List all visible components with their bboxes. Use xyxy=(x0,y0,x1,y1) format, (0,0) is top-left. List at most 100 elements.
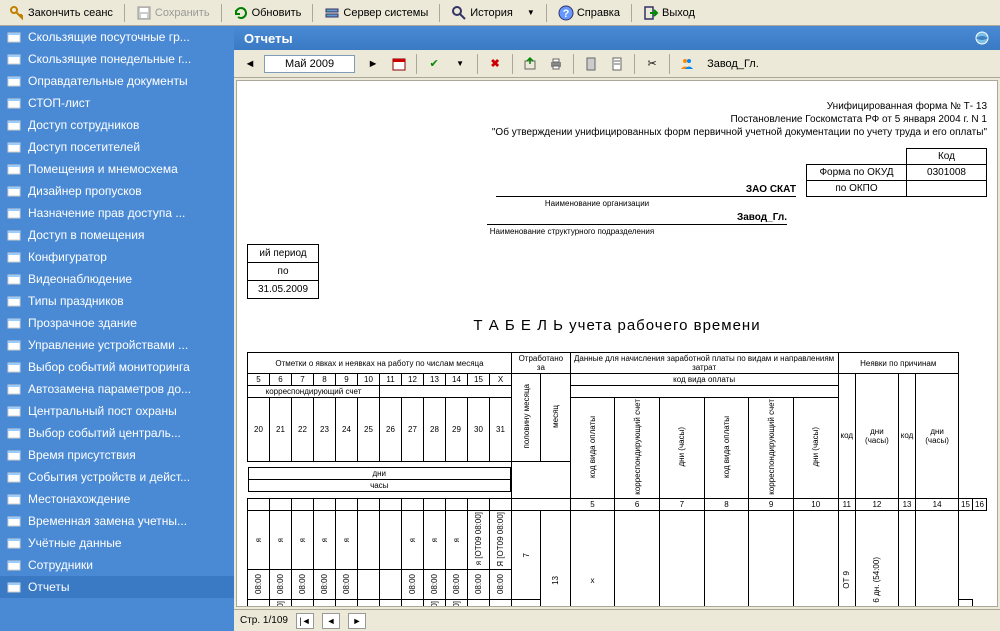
day-cell: 20 xyxy=(248,398,270,462)
save-button[interactable]: Сохранить xyxy=(131,3,215,23)
day-cell: 23 xyxy=(314,398,336,462)
sidebar-item-6[interactable]: Помещения и мнемосхема xyxy=(0,158,234,180)
panel-title: Отчеты xyxy=(244,31,293,46)
date-selector[interactable]: Май 2009 xyxy=(264,55,355,73)
unit-name: Завод_Гл. xyxy=(487,212,787,225)
sidebar-item-label: Автозамена параметров до... xyxy=(28,382,191,396)
th-month: месяц xyxy=(551,405,560,428)
first-icon: |◄ xyxy=(299,616,310,626)
hours-cell xyxy=(380,570,402,600)
sidebar-item-1[interactable]: Скользящие понедельные г... xyxy=(0,48,234,70)
sidebar-item-14[interactable]: Управление устройствами ... xyxy=(0,334,234,356)
view1-button[interactable] xyxy=(579,53,603,75)
sidebar-item-23[interactable]: Учётные данные xyxy=(0,532,234,554)
day-cell: 25 xyxy=(358,398,380,462)
sidebar-item-8[interactable]: Назначение прав доступа ... xyxy=(0,202,234,224)
code-cell: я xyxy=(292,510,314,570)
th-payroll: Данные для начисления заработной платы п… xyxy=(570,353,838,374)
sidebar-item-24[interactable]: Сотрудники xyxy=(0,554,234,576)
sidebar-item-15[interactable]: Выбор событий мониторинга xyxy=(0,356,234,378)
sidebar-item-0[interactable]: Скользящие посуточные гр... xyxy=(0,26,234,48)
print-icon xyxy=(548,56,564,72)
code-cell: я xyxy=(446,510,468,570)
sidebar-item-16[interactable]: Автозамена параметров до... xyxy=(0,378,234,400)
history-dropdown[interactable]: ▼ xyxy=(522,6,540,19)
unit-sub: Наименование структурного подразделения xyxy=(397,227,747,236)
prev-date-button[interactable]: ◄ xyxy=(238,53,262,75)
report-area[interactable]: Унифицированная форма № Т- 13 Постановле… xyxy=(236,80,998,607)
sidebar-item-18[interactable]: Выбор событий централь... xyxy=(0,422,234,444)
sidebar-icon xyxy=(6,29,22,45)
calendar-button[interactable] xyxy=(387,53,411,75)
day-cell: 9 xyxy=(336,374,358,386)
people-button[interactable] xyxy=(675,53,699,75)
sidebar-item-19[interactable]: Время присутствия xyxy=(0,444,234,466)
calendar-icon xyxy=(391,56,407,72)
prev-page-button[interactable]: ◄ xyxy=(322,613,340,629)
period-po: по xyxy=(248,263,319,281)
sidebar-icon xyxy=(6,359,22,375)
help-button[interactable]: ? Справка xyxy=(553,3,625,23)
sidebar-item-4[interactable]: Доступ сотрудников xyxy=(0,114,234,136)
day-cell: 13 xyxy=(424,374,446,386)
sidebar-item-11[interactable]: Видеонаблюдение xyxy=(0,268,234,290)
export-button[interactable] xyxy=(518,53,542,75)
end-session-button[interactable]: Закончить сеанс xyxy=(4,3,118,23)
search-icon xyxy=(451,5,467,21)
sidebar-item-13[interactable]: Прозрачное здание xyxy=(0,312,234,334)
report-title: Т А Б Е Л Ь учета рабочего времени xyxy=(247,317,987,334)
sidebar: Скользящие посуточные гр...Скользящие по… xyxy=(0,26,234,631)
day-cell: 14 xyxy=(446,374,468,386)
first-page-button[interactable]: |◄ xyxy=(296,613,314,629)
code-cell: я xyxy=(468,600,490,607)
day-cell: 31 xyxy=(490,398,512,462)
sidebar-icon xyxy=(6,183,22,199)
th-days: дни xyxy=(248,468,511,480)
refresh-button[interactable]: Обновить xyxy=(228,3,307,23)
code-cell xyxy=(314,600,336,607)
disk-icon xyxy=(136,5,152,21)
next-page-button[interactable]: ► xyxy=(348,613,366,629)
check-dropdown[interactable]: ▼ xyxy=(448,53,472,75)
next-date-button[interactable]: ► xyxy=(361,53,385,75)
th-pcs1: код вида оплаты xyxy=(588,416,597,478)
sidebar-item-22[interactable]: Временная замена учетны... xyxy=(0,510,234,532)
cancel-button[interactable]: ✖ xyxy=(483,53,507,75)
sidebar-item-5[interactable]: Доступ посетителей xyxy=(0,136,234,158)
check-button[interactable]: ✔ xyxy=(422,53,446,75)
sidebar-item-21[interactable]: Местонахождение xyxy=(0,488,234,510)
day-cell: 22 xyxy=(292,398,314,462)
sidebar-item-2[interactable]: Оправдательные документы xyxy=(0,70,234,92)
exit-button[interactable]: Выход xyxy=(638,3,700,23)
history-button[interactable]: История xyxy=(446,3,518,23)
sidebar-item-25[interactable]: Отчеты xyxy=(0,576,234,598)
system-server-button[interactable]: Сервер системы xyxy=(319,3,433,23)
detail-icon xyxy=(609,56,625,72)
print-button[interactable] xyxy=(544,53,568,75)
day-cell: 7 xyxy=(292,374,314,386)
sidebar-item-3[interactable]: СТОП-лист xyxy=(0,92,234,114)
tabel-table: Отметки о явках и неявках на работу по ч… xyxy=(247,352,987,607)
sidebar-item-20[interactable]: События устройств и дейст... xyxy=(0,466,234,488)
th-dh1: дни (часы) xyxy=(856,374,899,499)
svg-text:?: ? xyxy=(562,8,569,20)
sidebar-icon xyxy=(6,139,22,155)
sidebar-item-9[interactable]: Доступ в помещения xyxy=(0,224,234,246)
code-cell xyxy=(402,600,424,607)
sidebar-icon xyxy=(6,491,22,507)
cut-button[interactable]: ✂ xyxy=(640,53,664,75)
code-cell xyxy=(336,600,358,607)
sidebar-item-7[interactable]: Дизайнер пропусков xyxy=(0,180,234,202)
sidebar-item-10[interactable]: Конфигуратор xyxy=(0,246,234,268)
decree-text: Постановление Госкомстата РФ от 5 января… xyxy=(247,114,987,125)
sidebar-icon xyxy=(6,315,22,331)
sidebar-item-12[interactable]: Типы праздников xyxy=(0,290,234,312)
view2-button[interactable] xyxy=(605,53,629,75)
chevron-left-icon: ◄ xyxy=(245,58,256,70)
sidebar-item-17[interactable]: Центральный пост охраны xyxy=(0,400,234,422)
help-icon: ? xyxy=(558,5,574,21)
separator xyxy=(124,4,125,22)
globe-icon[interactable] xyxy=(974,30,990,46)
hours-cell: 08:00 xyxy=(424,570,446,600)
day-cell: 8 xyxy=(314,374,336,386)
